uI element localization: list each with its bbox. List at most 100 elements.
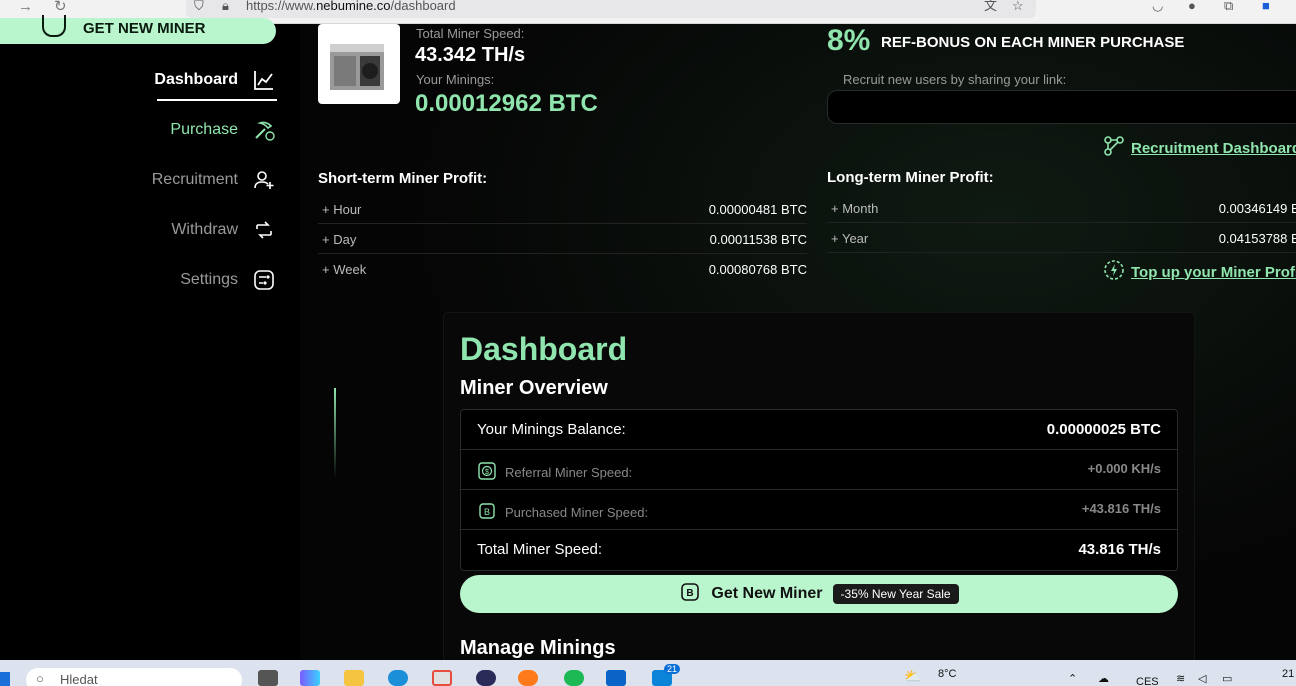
network-icon (1103, 135, 1125, 161)
sidebar-item-dashboard[interactable]: Dashboard (154, 60, 276, 100)
tray-chevron-icon[interactable]: ⌃ (1068, 672, 1077, 685)
language-indicator[interactable]: CES (1136, 676, 1159, 686)
profit-row: + Hour 0.00000481 BTC (318, 194, 807, 224)
clock[interactable]: 21 (1282, 668, 1294, 680)
recruitment-dashboard-link[interactable]: Recruitment Dashboard (1103, 135, 1296, 161)
pocket-icon[interactable]: ◡ (1152, 0, 1163, 12)
cta-label: Get New Miner (711, 585, 823, 602)
top-up-link[interactable]: Top up your Miner Profit (1103, 259, 1296, 285)
main-content: Total Miner Speed: 43.342 TH/s Your Mini… (300, 24, 1296, 672)
get-new-miner-button[interactable]: GET NEW MINER (0, 15, 276, 44)
table-row: $ Referral Miner Speed: +0.000 KH/s (461, 450, 1177, 490)
sidebar-item-settings[interactable]: Settings (180, 260, 276, 300)
taskbar: ○ Hledat 21 ⛅ 8°C ⌃ ☁ CES ≋ ◁ ▭ 21 (0, 660, 1296, 686)
row-value: +43.816 TH/s (1081, 501, 1161, 516)
settings-icon (252, 268, 276, 292)
folder-icon[interactable] (344, 670, 364, 686)
manage-minings-title: Manage Minings (460, 637, 616, 659)
get-new-miner-label: GET NEW MINER (83, 20, 206, 37)
outlook-icon[interactable] (606, 670, 626, 686)
profit-value: 0.00080768 BTC (708, 262, 807, 277)
bolt-icon (1103, 259, 1125, 285)
table-row: B Purchased Miner Speed: +43.816 TH/s (461, 490, 1177, 530)
forward-icon[interactable]: → (18, 0, 33, 14)
page-title: Dashboard (460, 331, 628, 367)
profit-value: 0.00000481 BTC (708, 202, 807, 217)
sidebar-item-purchase[interactable]: Purchase (170, 110, 276, 150)
sidebar-item-recruitment[interactable]: Recruitment (152, 160, 276, 200)
sidebar-item-withdraw[interactable]: Withdraw (171, 210, 276, 250)
exchange-icon (252, 218, 276, 242)
sidebar-item-label: Withdraw (171, 221, 238, 238)
glow-line (334, 388, 336, 478)
svg-text:$: $ (485, 469, 489, 476)
address-bar[interactable]: ⛉ 🔒︎ https://www.nebumine.co/dashboard 文… (186, 0, 1036, 18)
overview-table: Your Minings Balance: 0.00000025 BTC $ R… (460, 409, 1178, 571)
row-label-text: Purchased Miner Speed: (505, 505, 649, 520)
battery-icon[interactable]: ▭ (1222, 672, 1232, 685)
search-icon: ○ (36, 671, 44, 686)
dollar-coin-icon: $ (477, 461, 497, 484)
profit-row: + Year 0.04153788 BTC (827, 223, 1296, 253)
sale-badge: -35% New Year Sale (832, 584, 959, 604)
edge-icon[interactable] (388, 670, 408, 686)
miner-image (318, 24, 400, 104)
active-indicator (157, 99, 277, 101)
profit-value: 0.00346149 BTC (1218, 201, 1296, 216)
referral-link-input[interactable] (827, 90, 1296, 124)
store-icon[interactable] (432, 670, 452, 686)
table-row: Your Minings Balance: 0.00000025 BTC (461, 410, 1177, 450)
minings-label: Your Minings: (416, 72, 495, 87)
bitcoin-chip-icon: B (477, 501, 497, 524)
profit-row: + Day 0.00011538 BTC (318, 224, 807, 254)
spotify-icon[interactable] (564, 670, 584, 686)
sidebar: GET NEW MINER Dashboard Purchase Recruit… (0, 15, 300, 660)
task-view-icon[interactable] (258, 670, 278, 686)
short-term-title: Short-term Miner Profit: (318, 170, 488, 187)
weather-icon[interactable]: ⛅ (904, 668, 921, 685)
profit-value: 0.00011538 BTC (709, 232, 807, 247)
volume-icon[interactable]: ◁ (1198, 672, 1206, 685)
lock-icon[interactable]: 🔒︎ (222, 0, 229, 12)
sidebar-item-label: Dashboard (154, 71, 238, 88)
minings-value: 0.00012962 BTC (415, 90, 598, 117)
row-value: 43.816 TH/s (1078, 541, 1161, 558)
profit-period: + Day (322, 232, 357, 247)
profit-row: + Week 0.00080768 BTC (318, 254, 807, 284)
sidebar-item-label: Settings (180, 271, 238, 288)
row-label: $ Referral Miner Speed: (477, 461, 632, 484)
section-title: Miner Overview (460, 377, 608, 399)
bookmark-star-icon[interactable]: ☆ (1012, 0, 1024, 12)
pickaxe-icon (252, 118, 276, 142)
profit-period: + Month (831, 201, 879, 216)
total-speed-value: 43.342 TH/s (415, 44, 526, 66)
row-value: +0.000 KH/s (1087, 461, 1161, 476)
total-speed-label: Total Miner Speed: (416, 26, 525, 41)
share-link-label: Recruit new users by sharing your link: (843, 72, 1067, 87)
taskbar-search[interactable]: ○ Hledat (26, 668, 242, 686)
weather-temp: 8°C (938, 668, 957, 680)
svg-text:B: B (484, 507, 490, 517)
sidebar-item-label: Recruitment (151, 171, 238, 188)
profit-value: 0.04153788 BTC (1218, 231, 1296, 246)
row-value: 0.00000025 BTC (1046, 421, 1161, 438)
translate-icon[interactable]: 文 (984, 0, 997, 12)
row-label: Total Miner Speed: (477, 541, 603, 558)
profit-period: + Week (322, 262, 367, 277)
copilot-icon[interactable] (300, 670, 320, 686)
firefox-icon[interactable] (518, 670, 538, 686)
extension-blue-icon[interactable]: ■ (1262, 0, 1270, 12)
tray-app-icon[interactable]: ☁ (1098, 672, 1109, 685)
reload-icon[interactable]: ↻ (54, 0, 67, 14)
get-new-miner-cta-button[interactable]: B Get New Miner -35% New Year Sale (460, 575, 1178, 613)
row-label-text: Referral Miner Speed: (505, 465, 633, 480)
url-text[interactable]: https://www.nebumine.co/dashboard (246, 0, 456, 12)
shield-icon[interactable]: ⛉ (194, 0, 204, 12)
vpn-icon[interactable] (476, 670, 496, 686)
wifi-icon[interactable]: ≋ (1176, 672, 1185, 685)
windows-start-icon[interactable] (0, 672, 10, 686)
chip-icon (42, 15, 66, 37)
profit-row: + Month 0.00346149 BTC (827, 193, 1296, 223)
account-icon[interactable]: ● (1188, 0, 1196, 12)
extensions-icon[interactable]: ⧉ (1224, 0, 1233, 12)
